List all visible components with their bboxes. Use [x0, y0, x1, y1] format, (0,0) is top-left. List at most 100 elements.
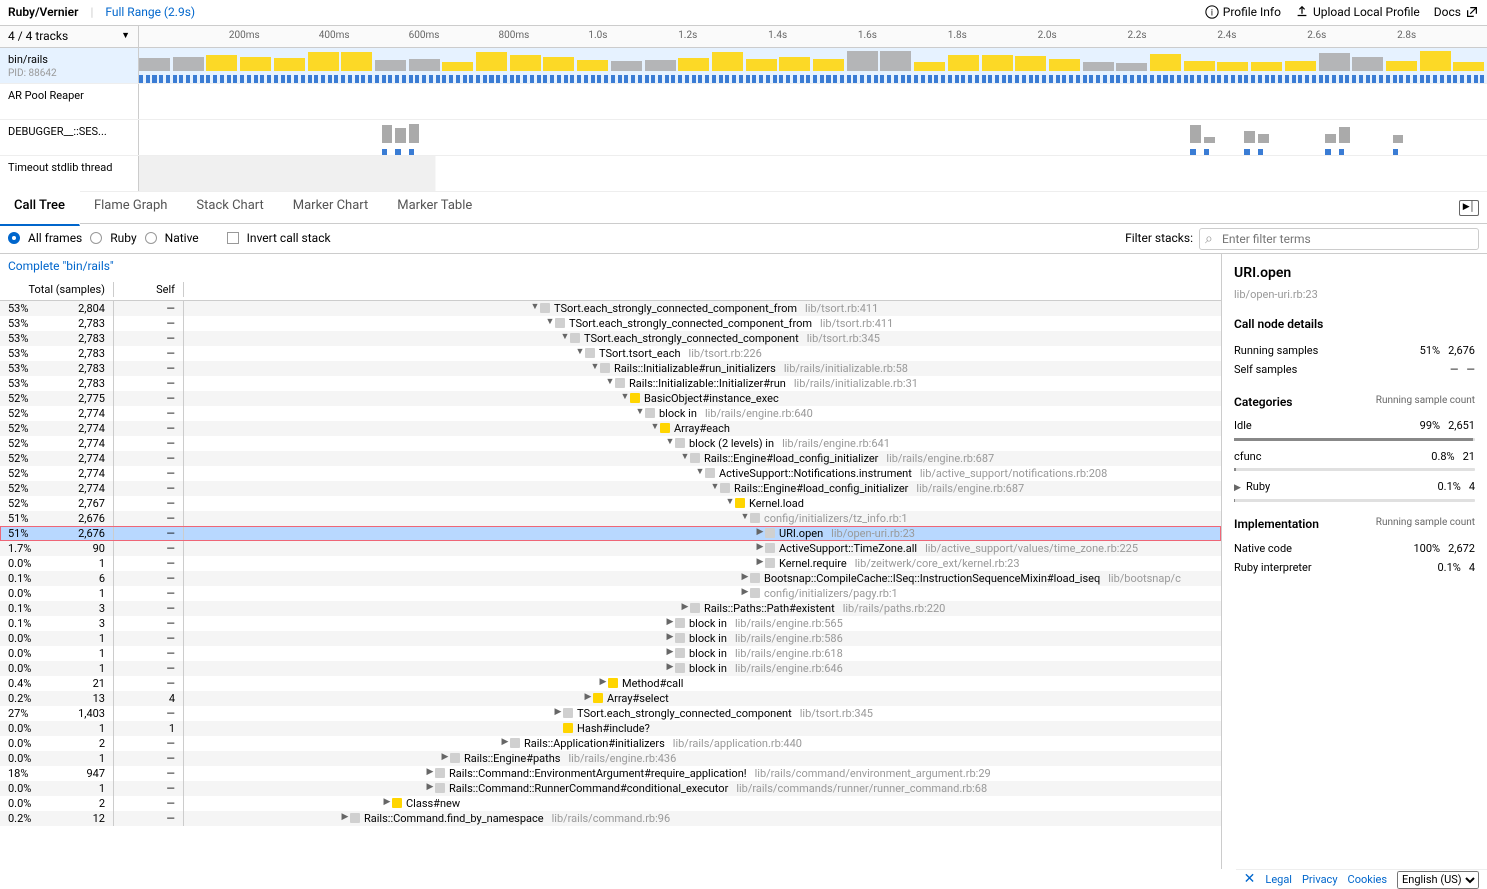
expand-arrow-icon[interactable] — [635, 406, 645, 419]
expand-arrow-icon[interactable] — [755, 541, 765, 554]
language-select[interactable]: English (US) — [1397, 871, 1479, 889]
tree-row[interactable]: 0.0%2 — Rails::Application#initializers … — [0, 736, 1221, 751]
track-viz[interactable] — [139, 48, 1487, 83]
tree-row[interactable]: 0.0%1 — block in lib/rails/engine.rb:586 — [0, 631, 1221, 646]
tree-row[interactable]: 53%2,783 — TSort.each_strongly_connected… — [0, 331, 1221, 346]
expand-arrow-icon[interactable] — [605, 376, 615, 389]
tab-marker-chart[interactable]: Marker Chart — [279, 189, 383, 225]
tree-row[interactable]: 52%2,774 — Rails::Engine#load_config_ini… — [0, 451, 1221, 466]
expand-arrow-icon[interactable] — [665, 616, 675, 629]
tree-row[interactable]: 52%2,774 — Rails::Engine#load_config_ini… — [0, 481, 1221, 496]
privacy-link[interactable]: Privacy — [1302, 872, 1338, 887]
expand-arrow-icon[interactable] — [755, 526, 765, 539]
expand-arrow-icon[interactable] — [665, 661, 675, 674]
expand-arrow-icon[interactable] — [440, 751, 450, 764]
expand-arrow-icon[interactable] — [665, 631, 675, 644]
tree-row[interactable]: 0.2%13 4 Array#select — [0, 691, 1221, 706]
tree-row[interactable]: 0.1%3 — block in lib/rails/engine.rb:565 — [0, 616, 1221, 631]
tree-row[interactable]: 52%2,774 — block in lib/rails/engine.rb:… — [0, 406, 1221, 421]
track-row[interactable]: bin/railsPID: 88642 — [0, 48, 1487, 84]
tree-row[interactable]: 53%2,783 — TSort.each_strongly_connected… — [0, 316, 1221, 331]
expand-arrow-icon[interactable] — [340, 811, 350, 824]
track-row[interactable]: AR Pool Reaper — [0, 84, 1487, 120]
tab-call-tree[interactable]: Call Tree — [0, 189, 80, 225]
profile-info-button[interactable]: iProfile Info — [1205, 4, 1281, 21]
track-viz[interactable] — [139, 120, 1487, 155]
expand-arrow-icon[interactable] — [583, 691, 593, 704]
upload-button[interactable]: Upload Local Profile — [1295, 4, 1420, 21]
tree-row[interactable]: 0.0%1 1 Hash#include? — [0, 721, 1221, 736]
legal-link[interactable]: Legal — [1265, 872, 1292, 887]
expand-arrow-icon[interactable] — [560, 331, 570, 344]
tree-row[interactable]: 52%2,767 — Kernel.load — [0, 496, 1221, 511]
tree-row[interactable]: 51%2,676 — config/initializers/tz_info.r… — [0, 511, 1221, 526]
filter-input[interactable] — [1199, 228, 1479, 250]
track-viz[interactable] — [139, 156, 1487, 191]
tree-row[interactable]: 27%1,403 — TSort.each_strongly_connected… — [0, 706, 1221, 721]
expand-arrow-icon[interactable] — [500, 736, 510, 749]
tree-row[interactable]: 0.0%1 — block in lib/rails/engine.rb:646 — [0, 661, 1221, 676]
ruby-radio[interactable] — [90, 232, 102, 244]
tree-row[interactable]: 0.0%1 — Rails::Command::RunnerCommand#co… — [0, 781, 1221, 796]
expand-arrow-icon[interactable] — [425, 766, 435, 779]
expand-arrow-icon[interactable] — [530, 301, 540, 314]
expand-arrow-icon[interactable] — [665, 646, 675, 659]
tree-row[interactable]: 52%2,775 — BasicObject#instance_exec — [0, 391, 1221, 406]
expand-arrow-icon[interactable] — [598, 676, 608, 689]
expand-arrow-icon[interactable] — [740, 511, 750, 524]
tab-marker-table[interactable]: Marker Table — [383, 189, 487, 225]
native-radio[interactable] — [145, 232, 157, 244]
tab-flame-graph[interactable]: Flame Graph — [80, 189, 182, 225]
tree-row[interactable]: 1.7%90 — ActiveSupport::TimeZone.all lib… — [0, 541, 1221, 556]
expand-arrow-icon[interactable] — [650, 421, 660, 434]
expand-arrow-icon[interactable] — [553, 706, 563, 719]
tree-row[interactable]: 0.2%12 — Rails::Command.find_by_namespac… — [0, 811, 1221, 826]
tracks-dropdown[interactable]: 4 / 4 tracks ▼ — [0, 26, 139, 47]
expand-arrow-icon[interactable] — [695, 466, 705, 479]
track-row[interactable]: DEBUGGER__::SES... — [0, 120, 1487, 156]
tab-stack-chart[interactable]: Stack Chart — [182, 189, 278, 225]
tree-row[interactable]: 51%2,676 — URI.open lib/open-uri.rb:23 — [0, 526, 1221, 541]
tree-row[interactable]: 0.0%1 — Kernel.require lib/zeitwerk/core… — [0, 556, 1221, 571]
tree-row[interactable]: 0.0%2 — Class#new — [0, 796, 1221, 811]
all-frames-radio[interactable] — [8, 232, 20, 244]
expand-arrow-icon[interactable] — [545, 316, 555, 329]
expand-arrow-icon[interactable] — [575, 346, 585, 359]
invert-checkbox[interactable] — [227, 232, 239, 244]
track-row[interactable]: Timeout stdlib thread — [0, 156, 1487, 192]
expand-arrow-icon[interactable] — [665, 436, 675, 449]
expand-arrow-icon[interactable] — [725, 496, 735, 509]
expand-arrow-icon[interactable] — [382, 796, 392, 809]
tree-row[interactable]: 53%2,783 — TSort.tsort_each lib/tsort.rb… — [0, 346, 1221, 361]
tree-row[interactable]: 0.0%1 — block in lib/rails/engine.rb:618 — [0, 646, 1221, 661]
expand-arrow-icon[interactable] — [590, 361, 600, 374]
expand-arrow-icon[interactable] — [680, 601, 690, 614]
tree-row[interactable]: 53%2,783 — Rails::Initializable::Initial… — [0, 376, 1221, 391]
tree-row[interactable]: 0.0%1 — config/initializers/pagy.rb:1 — [0, 586, 1221, 601]
tree-row[interactable]: 0.1%6 — Bootsnap::CompileCache::ISeq::In… — [0, 571, 1221, 586]
tree-row[interactable]: 53%2,783 — Rails::Initializable#run_init… — [0, 361, 1221, 376]
keyboard-shortcut-icon[interactable]: ▶│ — [1459, 200, 1479, 216]
tree-row[interactable]: 0.4%21 — Method#call — [0, 676, 1221, 691]
expand-arrow-icon[interactable] — [740, 586, 750, 599]
timeline-ruler[interactable]: 200ms400ms600ms800ms1.0s1.2s1.4s1.6s1.8s… — [139, 26, 1487, 47]
expand-arrow-icon[interactable] — [425, 781, 435, 794]
tree-row[interactable]: 52%2,774 — Array#each — [0, 421, 1221, 436]
tree-row[interactable]: 52%2,774 — ActiveSupport::Notifications.… — [0, 466, 1221, 481]
col-header-total[interactable]: Total (samples) — [0, 282, 114, 297]
expand-arrow-icon[interactable] — [710, 481, 720, 494]
expand-arrow-icon[interactable] — [620, 391, 630, 404]
docs-button[interactable]: Docs — [1434, 4, 1479, 21]
complete-link[interactable]: Complete "bin/rails" — [0, 254, 1221, 279]
tree-row[interactable]: 0.1%3 — Rails::Paths::Path#existent lib/… — [0, 601, 1221, 616]
expand-arrow-icon[interactable] — [740, 571, 750, 584]
tree-row[interactable]: 18%947 — Rails::Command::EnvironmentArgu… — [0, 766, 1221, 781]
tree-row[interactable]: 0.0%1 — Rails::Engine#paths lib/rails/en… — [0, 751, 1221, 766]
expand-arrow-icon[interactable] — [680, 451, 690, 464]
track-viz[interactable] — [139, 84, 1487, 119]
close-icon[interactable]: ✕ — [1244, 870, 1256, 889]
tree-row[interactable]: 52%2,774 — block (2 levels) in lib/rails… — [0, 436, 1221, 451]
col-header-self[interactable]: Self — [114, 282, 184, 297]
cookies-link[interactable]: Cookies — [1348, 872, 1387, 887]
range-link[interactable]: Full Range (2.9s) — [105, 4, 195, 21]
